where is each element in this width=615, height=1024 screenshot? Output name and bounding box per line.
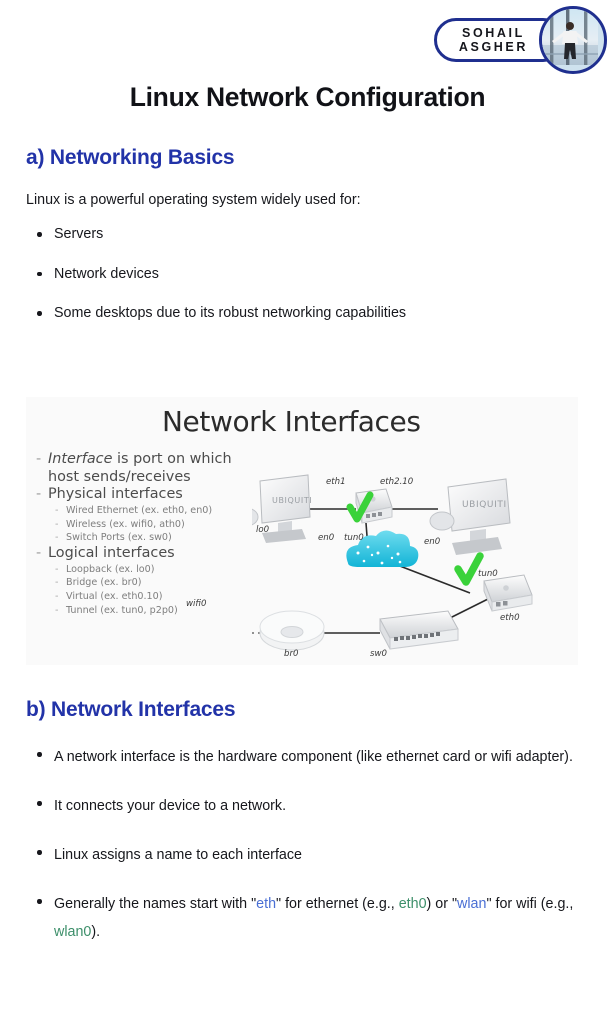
token-wlan0: wlan0 (54, 923, 92, 940)
naming-part-2: " for ethernet (e.g., (276, 896, 399, 913)
slide-subbullet-wired: Wired Ethernet (ex. eth0, en0) (34, 504, 274, 518)
section-heading-a: a) Networking Basics (26, 146, 235, 169)
brand-avatar-photo (539, 6, 607, 74)
token-eth: eth (256, 896, 277, 913)
slide-subbullet-virtual: Virtual (ex. eth0.10) (34, 590, 274, 604)
svg-text:UBIQUITI: UBIQUITI (272, 496, 312, 505)
page-title: Linux Network Configuration (129, 82, 486, 112)
slide-subbullet-tunnel: Tunnel (ex. tun0, p2p0) (34, 604, 274, 618)
token-wlan: wlan (457, 896, 487, 913)
network-interfaces-slide-image: Network Interfaces Interface is port on … (26, 397, 578, 665)
naming-part-1: Generally the names start with " (54, 896, 257, 913)
slide-bullet-interface-text: is port on which (112, 451, 232, 467)
slide-bullet-interface: Interface is port on which (34, 451, 274, 468)
section-b-bullet-list: A network interface is the hardware comp… (0, 744, 615, 946)
node-label-en0-right: en0 (424, 537, 441, 547)
section-b: b) Network Interfaces A network interfac… (0, 698, 615, 968)
naming-part-5: ). (91, 923, 101, 940)
list-item: Network devices (37, 264, 615, 286)
device-switch (379, 610, 459, 650)
topology-svg: UBIQUITI UBIQUITI (252, 474, 533, 651)
device-ap-right (483, 574, 533, 612)
brand-logo: SOHAIL ASGHER (433, 6, 607, 74)
node-label-tun0-left: tun0 (344, 533, 364, 543)
node-label-lo0: lo0 (256, 525, 270, 535)
node-label-tun0-right: tun0 (478, 569, 498, 579)
brand-name-line1: SOHAIL (462, 26, 525, 40)
list-item: A network interface is the hardware comp… (37, 744, 615, 771)
section-heading-b: b) Network Interfaces (26, 698, 236, 721)
node-label-en0-left: en0 (318, 533, 335, 543)
slide-bullet-logical: Logical interfaces (34, 545, 274, 562)
section-a-bullet-list: Servers Network devices Some desktops du… (0, 224, 615, 325)
list-item-interface-naming: Generally the names start with "eth" for… (37, 891, 615, 945)
token-eth0: eth0 (398, 896, 427, 913)
naming-part-3: ) or " (426, 896, 458, 913)
slide-title: Network Interfaces (162, 405, 421, 438)
naming-part-4: " for wifi (e.g., (486, 896, 574, 913)
slide-subbullet-wireless: Wireless (ex. wifi0, ath0) (34, 518, 274, 532)
node-label-wifi0: wifi0 (186, 599, 207, 609)
check-icon-tun0-right (454, 552, 484, 586)
node-label-eth2-10: eth2.10 (380, 477, 414, 487)
node-label-br0: br0 (284, 649, 299, 659)
node-label-sw0: sw0 (370, 649, 387, 659)
slide-subbullet-bridge: Bridge (ex. br0) (34, 576, 274, 590)
skywalk-photo-icon (542, 9, 598, 65)
slide-subbullet-loopback: Loopback (ex. lo0) (34, 563, 274, 577)
node-label-eth0: eth0 (500, 613, 520, 623)
slide-subbullet-switch: Switch Ports (ex. sw0) (34, 531, 274, 545)
device-bridge-dome (259, 610, 325, 651)
list-item: Servers (37, 224, 615, 246)
section-a-intro: Linux is a powerful operating system wid… (26, 192, 361, 208)
document-content: a) Networking Basics Linux is a powerful… (0, 146, 615, 343)
slide-bullet-interface-lead: Interface (48, 451, 113, 467)
device-monitor-right: UBIQUITI (429, 478, 511, 555)
brand-name-line2: ASGHER (458, 40, 528, 54)
list-item: It connects your device to a network. (37, 793, 615, 820)
node-label-eth1: eth1 (326, 477, 346, 487)
svg-text:UBIQUITI: UBIQUITI (462, 500, 507, 510)
network-topology-diagram: UBIQUITI UBIQUITI lo0 en0 eth1 tun0 eth2… (186, 441, 578, 665)
list-item: Some desktops due to its robust networki… (37, 303, 615, 325)
slide-bullet-physical: Physical interfaces (34, 486, 274, 503)
list-item: Linux assigns a name to each interface (37, 842, 615, 869)
slide-bullet-interface-cont: host sends/receives (48, 468, 191, 485)
slide-bullet-list: Interface is port on which host sends/re… (34, 451, 274, 617)
